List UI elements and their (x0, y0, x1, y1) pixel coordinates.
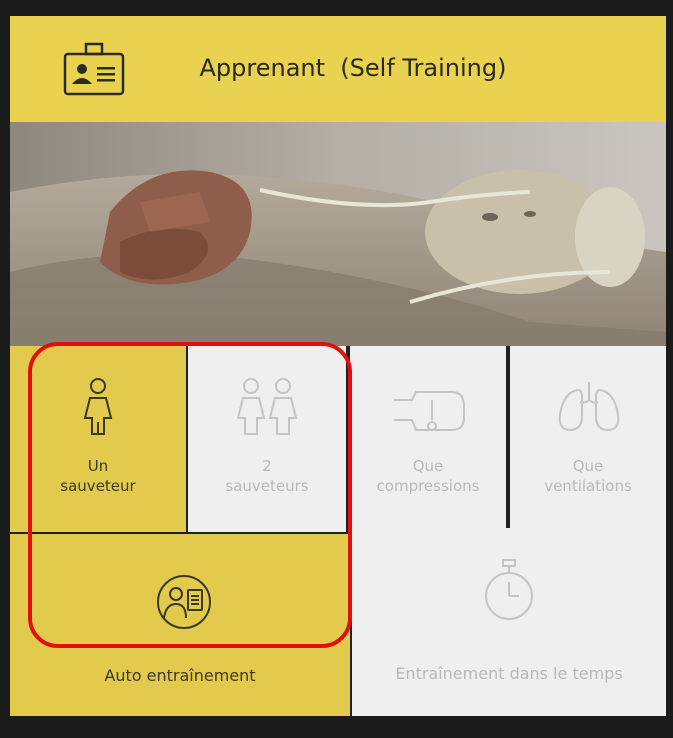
ventilations-label-line2: ventilations (544, 477, 632, 495)
mode-two-rescuers-button[interactable]: 2 sauveteurs (188, 346, 346, 532)
mode-compressions-only-button[interactable]: Que compressions (350, 346, 506, 532)
self-training-icon (156, 574, 212, 634)
compressions-label-line2: compressions (376, 477, 480, 495)
page-title: Apprenant (Self Training) (199, 54, 507, 82)
two-rescuers-label-line1: 2 (262, 457, 272, 475)
compressions-label-line1: Que (412, 457, 444, 475)
single-person-icon (78, 378, 118, 442)
two-rescuers-label-line2: sauveteurs (225, 477, 309, 495)
ventilations-label-line1: Que (572, 457, 604, 475)
mode-ventilations-only-button[interactable]: Que ventilations (510, 346, 666, 532)
training-screen: Apprenant (Self Training) Un sauveteur 2… (10, 16, 666, 716)
one-rescuer-label-line2: sauveteur (60, 477, 136, 495)
timed-training-label: Entraînement dans le temps (395, 664, 623, 683)
self-training-label: Auto entraînement (104, 666, 256, 685)
stopwatch-icon (484, 558, 534, 626)
cpr-training-photo (10, 122, 666, 346)
timed-training-button[interactable]: Entraînement dans le temps (352, 528, 666, 716)
mode-one-rescuer-button[interactable]: Un sauveteur (10, 346, 186, 532)
one-rescuer-label-line1: Un (87, 457, 109, 475)
lungs-icon (554, 380, 624, 440)
app-header: Apprenant (Self Training) (10, 16, 666, 122)
two-persons-icon (236, 378, 300, 442)
compression-icon (392, 386, 468, 440)
self-training-button[interactable]: Auto entraînement (10, 534, 350, 716)
